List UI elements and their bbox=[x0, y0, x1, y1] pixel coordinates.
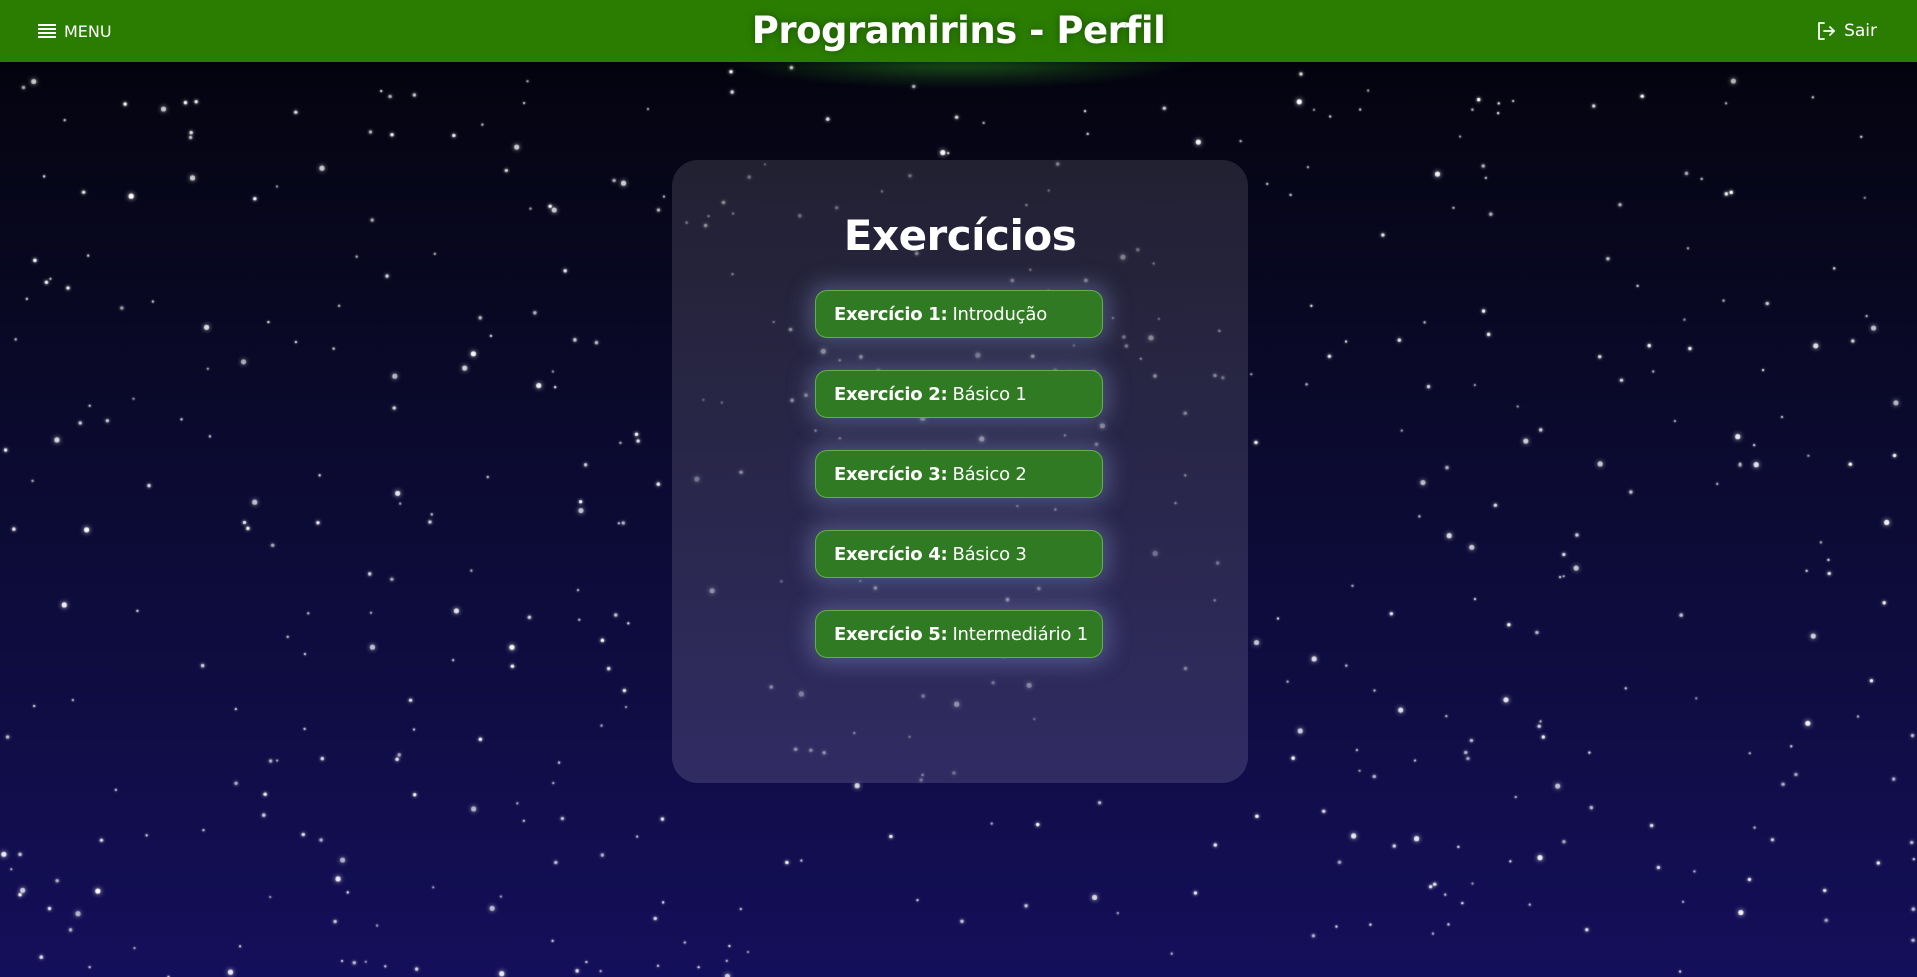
exercise-3-button[interactable]: Exercício 3: Básico 2 bbox=[815, 450, 1103, 498]
top-bar: MENU Programirins - Perfil Sair bbox=[0, 0, 1917, 62]
exercises-card: Exercícios Exercício 1: Introdução Exerc… bbox=[672, 160, 1248, 783]
exercise-name: Básico 1 bbox=[952, 383, 1027, 405]
logout-label: Sair bbox=[1844, 21, 1877, 41]
exercise-2-button[interactable]: Exercício 2: Básico 1 bbox=[815, 370, 1103, 418]
logout-button[interactable]: Sair bbox=[1816, 18, 1877, 44]
logout-icon bbox=[1818, 22, 1835, 40]
exercise-number: Exercício 4: bbox=[834, 543, 948, 565]
exercise-list: Exercício 1: Introdução Exercício 2: Bás… bbox=[815, 290, 1105, 690]
exercise-1-button[interactable]: Exercício 1: Introdução bbox=[815, 290, 1103, 338]
exercise-5-button[interactable]: Exercício 5: Intermediário 1 bbox=[815, 610, 1103, 658]
exercise-4-button[interactable]: Exercício 4: Básico 3 bbox=[815, 530, 1103, 578]
exercise-name: Básico 3 bbox=[952, 543, 1027, 565]
exercises-title: Exercícios bbox=[843, 211, 1077, 260]
exercise-number: Exercício 1: bbox=[834, 303, 948, 325]
page-title: Programirins - Perfil bbox=[751, 9, 1166, 52]
exercise-number: Exercício 3: bbox=[834, 463, 948, 485]
exercise-name: Introdução bbox=[952, 303, 1048, 325]
exercise-name: Básico 2 bbox=[952, 463, 1027, 485]
exercise-number: Exercício 5: bbox=[834, 623, 948, 645]
exercise-number: Exercício 2: bbox=[834, 383, 948, 405]
exercise-name: Intermediário 1 bbox=[952, 623, 1089, 645]
